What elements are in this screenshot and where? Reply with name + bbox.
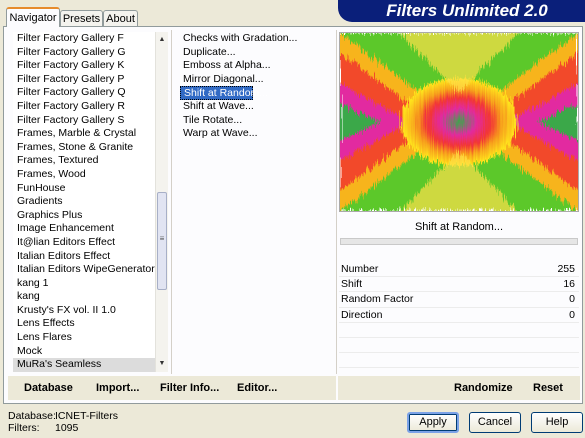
filter-item[interactable]: Mirror Diagonal...	[180, 73, 332, 87]
category-item[interactable]: Italian Editors Effect	[13, 250, 155, 264]
preview-progress-bar	[340, 238, 578, 245]
app-title: Filters Unlimited 2.0	[386, 1, 548, 20]
category-item[interactable]: Filter Factory Gallery F	[13, 32, 155, 46]
parameter-value[interactable]: 255	[557, 262, 575, 276]
filter-item[interactable]: Tile Rotate...	[180, 114, 332, 128]
scroll-down-arrow-icon[interactable]: ▼	[156, 358, 168, 370]
database-button[interactable]: Database	[24, 376, 73, 400]
parameter-label: Shift	[341, 278, 363, 291]
category-item[interactable]: Krusty's FX vol. II 1.0	[13, 304, 155, 318]
category-item[interactable]: Lens Flares	[13, 331, 155, 345]
filters-count-value: 1095	[55, 422, 79, 434]
filters-count-label: Filters:	[8, 422, 40, 434]
category-item[interactable]: Graphics Plus	[13, 209, 155, 223]
tab-presets[interactable]: Presets	[60, 10, 103, 26]
empty-parameter-row	[339, 323, 579, 338]
filter-item[interactable]: Warp at Wave...	[180, 127, 332, 141]
preview-image	[339, 32, 579, 212]
category-item[interactable]: Frames, Marble & Crystal	[13, 127, 155, 141]
parameter-label: Random Factor	[341, 293, 414, 306]
filter-item[interactable]: Emboss at Alpha...	[180, 59, 332, 73]
filter-item[interactable]: Duplicate...	[180, 46, 332, 60]
category-item[interactable]: FunHouse	[13, 182, 155, 196]
editor-button[interactable]: Editor...	[237, 376, 277, 400]
reset-button[interactable]: Reset	[533, 376, 563, 400]
category-item[interactable]: Filter Factory Gallery P	[13, 73, 155, 87]
apply-button[interactable]: Apply	[407, 412, 459, 433]
left-toolbar: Database Import... Filter Info... Editor…	[8, 376, 336, 400]
category-item[interactable]: Frames, Wood	[13, 168, 155, 182]
parameter-label: Direction	[341, 308, 383, 321]
category-item[interactable]: Mock	[13, 345, 155, 359]
tab-about[interactable]: About	[103, 10, 138, 26]
right-toolbar: Randomize Reset	[338, 376, 580, 400]
category-item[interactable]: Filter Factory Gallery R	[13, 100, 155, 114]
column-divider	[336, 30, 337, 374]
parameter-value[interactable]: 0	[569, 292, 575, 306]
help-button[interactable]: Help	[531, 412, 583, 433]
filter-item[interactable]: Shift at Random...	[180, 86, 268, 100]
import-button[interactable]: Import...	[96, 376, 139, 400]
filter-list[interactable]: Checks with Gradation... Duplicate... Embo…	[180, 32, 332, 141]
parameter-row[interactable]: Direction 0	[339, 308, 579, 323]
parameter-row[interactable]: Number 255	[339, 262, 579, 278]
database-value: ICNET-Filters	[55, 410, 118, 422]
parameter-value[interactable]: 16	[563, 277, 575, 291]
tab-navigator[interactable]: Navigator	[6, 7, 60, 27]
empty-parameter-row	[339, 338, 579, 354]
parameter-value[interactable]: 0	[569, 308, 575, 322]
category-item[interactable]: Filter Factory Gallery K	[13, 59, 155, 73]
category-item[interactable]: Frames, Textured	[13, 154, 155, 168]
scrollbar-thumb[interactable]: ≡	[157, 192, 167, 290]
filter-preview-button[interactable]: Shift at Random...	[339, 216, 579, 238]
category-item[interactable]: Frames, Stone & Granite	[13, 141, 155, 155]
category-item[interactable]: Italian Editors WipeGenerator	[13, 263, 155, 277]
filter-item[interactable]: Checks with Gradation...	[180, 32, 332, 46]
filter-item[interactable]: Shift at Wave...	[180, 100, 332, 114]
category-item[interactable]: Gradients	[13, 195, 155, 209]
scroll-up-arrow-icon[interactable]: ▲	[156, 34, 168, 46]
filter-info-button[interactable]: Filter Info...	[160, 376, 219, 400]
parameter-table: Number 255 Shift 16 Random Factor 0 Direction 0	[339, 262, 579, 384]
category-scrollbar[interactable]: ▲ ≡ ▼	[155, 32, 168, 372]
category-list[interactable]: Filter Factory Gallery F Filter Factory G…	[13, 32, 155, 372]
category-item[interactable]: It@lian Editors Effect	[13, 236, 155, 250]
category-item[interactable]: Image Enhancement	[13, 222, 155, 236]
category-item[interactable]: kang 1	[13, 277, 155, 291]
category-item[interactable]: MuRa's Seamless	[13, 358, 155, 372]
column-divider	[171, 30, 172, 374]
grip-icon: ≡	[159, 234, 165, 243]
parameter-row[interactable]: Random Factor 0	[339, 292, 579, 308]
category-item[interactable]: Lens Effects	[13, 317, 155, 331]
database-label: Database:	[8, 410, 56, 422]
randomize-button[interactable]: Randomize	[454, 376, 513, 400]
empty-parameter-row	[339, 353, 579, 369]
parameter-row[interactable]: Shift 16	[339, 277, 579, 293]
category-item[interactable]: Filter Factory Gallery Q	[13, 86, 155, 100]
category-item[interactable]: Filter Factory Gallery G	[13, 46, 155, 60]
category-item[interactable]: kang	[13, 290, 155, 304]
category-item[interactable]: Filter Factory Gallery S	[13, 114, 155, 128]
cancel-button[interactable]: Cancel	[469, 412, 521, 433]
parameter-label: Number	[341, 263, 379, 275]
preview-pattern	[340, 33, 578, 211]
